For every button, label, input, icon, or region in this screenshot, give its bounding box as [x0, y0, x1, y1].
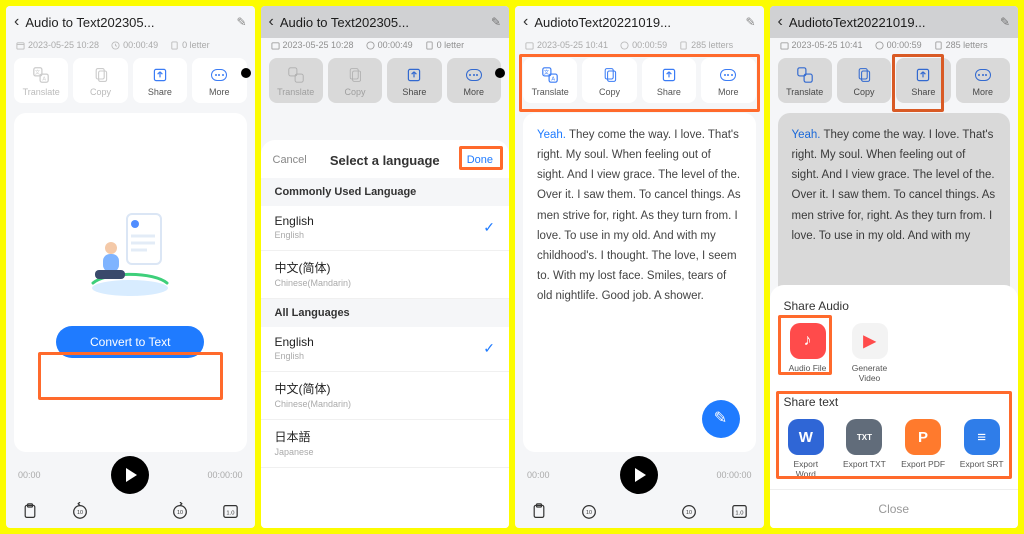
forward-icon[interactable]: 10 — [679, 502, 699, 520]
svg-text:1.0: 1.0 — [735, 510, 744, 516]
back-icon[interactable]: ‹ — [523, 13, 528, 31]
page-title: Audio to Text202305... — [280, 15, 485, 30]
back-icon[interactable]: ‹ — [778, 13, 783, 31]
rewind-icon[interactable]: 10 — [70, 502, 90, 520]
share-button[interactable]: Share — [133, 58, 187, 103]
screen-2: ‹ Audio to Text202305... ✎ 2023-05-25 10… — [261, 6, 510, 528]
translate-button[interactable]: Translate — [778, 58, 832, 103]
time-end: 00:00:00 — [207, 470, 242, 480]
play-button[interactable] — [620, 456, 658, 494]
cancel-button[interactable]: Cancel — [273, 154, 307, 166]
time-start: 00:00 — [18, 470, 41, 480]
meta-duration: 00:00:49 — [111, 40, 158, 50]
screen-1: ‹ Audio to Text202305... ✎ 2023-05-25 10… — [6, 6, 255, 528]
action-row: 文A Translate Copy Share More — [6, 58, 255, 103]
language-option[interactable]: EnglishEnglish✓ — [261, 327, 510, 372]
language-option[interactable]: EnglishEnglish✓ — [261, 206, 510, 251]
copy-button[interactable]: Copy — [73, 58, 127, 103]
action-row: Translate Copy Share More — [261, 58, 510, 103]
more-button[interactable]: More — [956, 58, 1010, 103]
more-button[interactable]: More — [192, 58, 246, 103]
back-icon[interactable]: ‹ — [269, 13, 274, 31]
rewind-icon[interactable]: 10 — [579, 502, 599, 520]
language-option[interactable]: 中文(简体)Chinese(Mandarin) — [261, 372, 510, 420]
speed-icon[interactable]: 1.0 — [221, 502, 241, 520]
highlight-convert — [38, 352, 223, 400]
transcript-text: They come the way. I love. That's right.… — [537, 129, 741, 302]
share-icon — [151, 66, 169, 84]
screen-4: ‹ AudiotoText20221019... ✎ 2023-05-25 10… — [770, 6, 1019, 528]
first-word: Yeah. — [537, 129, 566, 141]
check-icon: ✓ — [483, 340, 495, 357]
translate-icon: 文A — [32, 66, 50, 84]
edit-title-icon[interactable]: ✎ — [1000, 15, 1010, 29]
language-sheet: Cancel Select a language Done Commonly U… — [261, 140, 510, 528]
translate-button[interactable]: 文A Translate — [14, 58, 68, 103]
svg-text:10: 10 — [586, 510, 592, 516]
more-icon — [210, 66, 228, 84]
meta-row: 2023-05-25 10:28 00:00:49 0 letter — [6, 38, 255, 58]
share-option[interactable]: ▶Generate Video — [846, 323, 894, 383]
highlight-share — [892, 54, 944, 112]
meta-row: 2023-05-25 10:28 00:00:49 0 letter — [261, 38, 510, 58]
topbar: ‹ Audio to Text202305... ✎ — [261, 6, 510, 38]
check-icon: ✓ — [483, 219, 495, 236]
copy-icon — [92, 66, 110, 84]
svg-text:1.0: 1.0 — [226, 510, 235, 516]
page-title: AudiotoText20221019... — [534, 15, 739, 30]
highlight-audiofile — [778, 315, 832, 375]
meta-date: 2023-05-25 10:28 — [16, 40, 99, 50]
sheet-title: Select a language — [307, 153, 463, 168]
highlight-done — [459, 146, 503, 170]
clipboard-icon[interactable] — [20, 502, 40, 520]
bottom-icons: 10 10 1.0 — [6, 496, 255, 528]
copy-button[interactable]: Copy — [837, 58, 891, 103]
language-option[interactable]: 日本語Japanese — [261, 420, 510, 468]
close-button[interactable]: Close — [770, 489, 1019, 528]
play-button[interactable] — [111, 456, 149, 494]
screen-3: ‹ AudiotoText20221019... ✎ 2023-05-25 10… — [515, 6, 764, 528]
page-title: AudiotoText20221019... — [789, 15, 994, 30]
edit-title-icon[interactable]: ✎ — [236, 15, 246, 29]
edit-title-icon[interactable]: ✎ — [491, 15, 501, 29]
section-all: All Languages — [261, 299, 510, 327]
language-option[interactable]: 中文(简体)Chinese(Mandarin) — [261, 251, 510, 299]
forward-icon[interactable]: 10 — [170, 502, 190, 520]
clipboard-icon[interactable] — [529, 502, 549, 520]
edit-fab[interactable]: ✎ — [702, 400, 740, 438]
svg-text:10: 10 — [177, 510, 183, 516]
speed-icon[interactable]: 1.0 — [730, 502, 750, 520]
back-icon[interactable]: ‹ — [14, 13, 19, 31]
illustration — [75, 208, 185, 298]
section-common: Commonly Used Language — [261, 178, 510, 206]
svg-text:10: 10 — [686, 510, 692, 516]
scroll-thumb[interactable] — [495, 68, 505, 78]
scroll-thumb[interactable] — [241, 68, 251, 78]
meta-letters: 0 letter — [170, 40, 210, 50]
svg-text:文: 文 — [35, 68, 41, 76]
edit-title-icon[interactable]: ✎ — [745, 15, 755, 29]
svg-text:10: 10 — [77, 510, 83, 516]
share-sheet: Share Audio ♪Audio File▶Generate Video S… — [770, 285, 1019, 528]
topbar: ‹ Audio to Text202305... ✎ — [6, 6, 255, 38]
transcript[interactable]: Yeah. They come the way. I love. That's … — [523, 113, 756, 452]
page-title: Audio to Text202305... — [25, 15, 230, 30]
player-bar: 00:00 00:00:00 — [6, 452, 255, 496]
svg-text:A: A — [43, 76, 47, 82]
highlight-sharetext — [776, 391, 1013, 479]
highlight-actions — [519, 54, 760, 112]
empty-card: Convert to Text — [14, 113, 247, 452]
